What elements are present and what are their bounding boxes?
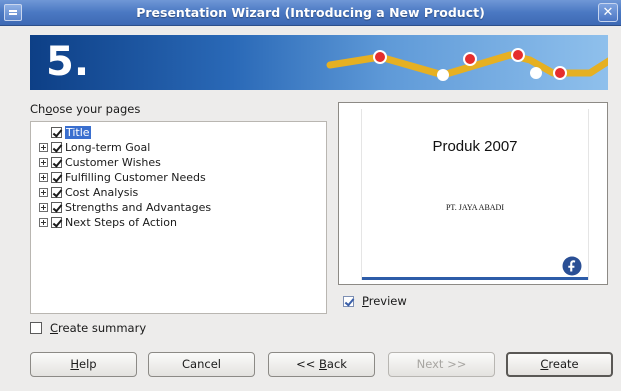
tree-item-label: Next Steps of Action — [65, 216, 177, 229]
create-summary-label: Create summary — [50, 321, 147, 335]
expand-plus-icon[interactable] — [39, 143, 48, 152]
create-summary-checkbox[interactable] — [30, 322, 42, 334]
tree-item-next-steps-of-action[interactable]: Next Steps of Action — [39, 215, 177, 230]
tree-item-strengths-and-advantages[interactable]: Strengths and Advantages — [39, 200, 211, 215]
tree-item-cost-analysis[interactable]: Cost Analysis — [39, 185, 138, 200]
create-summary-row[interactable]: Create summary — [30, 321, 146, 335]
tree-item-label: Strengths and Advantages — [65, 201, 212, 214]
choose-pages-label: Choose your pages — [30, 102, 141, 116]
page-checkbox[interactable] — [51, 172, 62, 183]
tree-item-title[interactable]: Title — [39, 125, 91, 140]
window-title: Presentation Wizard (Introducing a New P… — [136, 5, 485, 20]
expander-placeholder — [39, 128, 48, 137]
tree-item-label: Cost Analysis — [65, 186, 139, 199]
slide-accent-line — [362, 277, 588, 280]
cancel-button[interactable]: Cancel — [148, 352, 255, 377]
expand-plus-icon[interactable] — [39, 173, 48, 182]
slide-title: Produk 2007 — [432, 138, 518, 155]
expand-plus-icon[interactable] — [39, 218, 48, 227]
step-number: 5. — [46, 39, 90, 85]
page-checkbox[interactable] — [51, 202, 62, 213]
tree-item-label: Long-term Goal — [65, 141, 151, 154]
preview-checkbox[interactable] — [343, 295, 354, 307]
fedora-logo-icon — [562, 256, 582, 276]
preview-slide: Produk 2007 PT. JAYA ABADI — [361, 109, 589, 280]
tree-item-label: Title — [65, 126, 91, 139]
tree-item-long-term-goal[interactable]: Long-term Goal — [39, 140, 150, 155]
back-button[interactable]: << Back — [268, 352, 375, 377]
close-button[interactable]: ✕ — [598, 3, 618, 22]
preview-checkbox-label: Preview — [362, 294, 407, 308]
expand-plus-icon[interactable] — [39, 203, 48, 212]
page-checkbox[interactable] — [51, 217, 62, 228]
page-checkbox[interactable] — [51, 157, 62, 168]
help-button[interactable]: Help — [30, 352, 137, 377]
slide-preview: Produk 2007 PT. JAYA ABADI — [338, 102, 608, 285]
preview-checkbox-row[interactable]: Preview — [343, 294, 407, 308]
page-checkbox[interactable] — [51, 187, 62, 198]
next-button[interactable]: Next >> — [388, 352, 495, 377]
slide-subtitle: PT. JAYA ABADI — [445, 203, 504, 212]
expand-plus-icon[interactable] — [39, 188, 48, 197]
tree-item-label: Customer Wishes — [65, 156, 161, 169]
wizard-banner: 5. — [30, 35, 608, 90]
pages-tree[interactable]: Title Long-term Goal Customer Wishes Ful… — [30, 121, 327, 314]
tree-item-customer-wishes[interactable]: Customer Wishes — [39, 155, 161, 170]
tree-item-fulfilling-customer-needs[interactable]: Fulfilling Customer Needs — [39, 170, 206, 185]
page-checkbox[interactable] — [51, 127, 62, 138]
tree-item-label: Fulfilling Customer Needs — [65, 171, 206, 184]
expand-plus-icon[interactable] — [39, 158, 48, 167]
banner-graph-decoration — [326, 48, 608, 81]
page-checkbox[interactable] — [51, 142, 62, 153]
title-bar: Presentation Wizard (Introducing a New P… — [0, 0, 621, 26]
create-button[interactable]: Create — [506, 352, 613, 377]
